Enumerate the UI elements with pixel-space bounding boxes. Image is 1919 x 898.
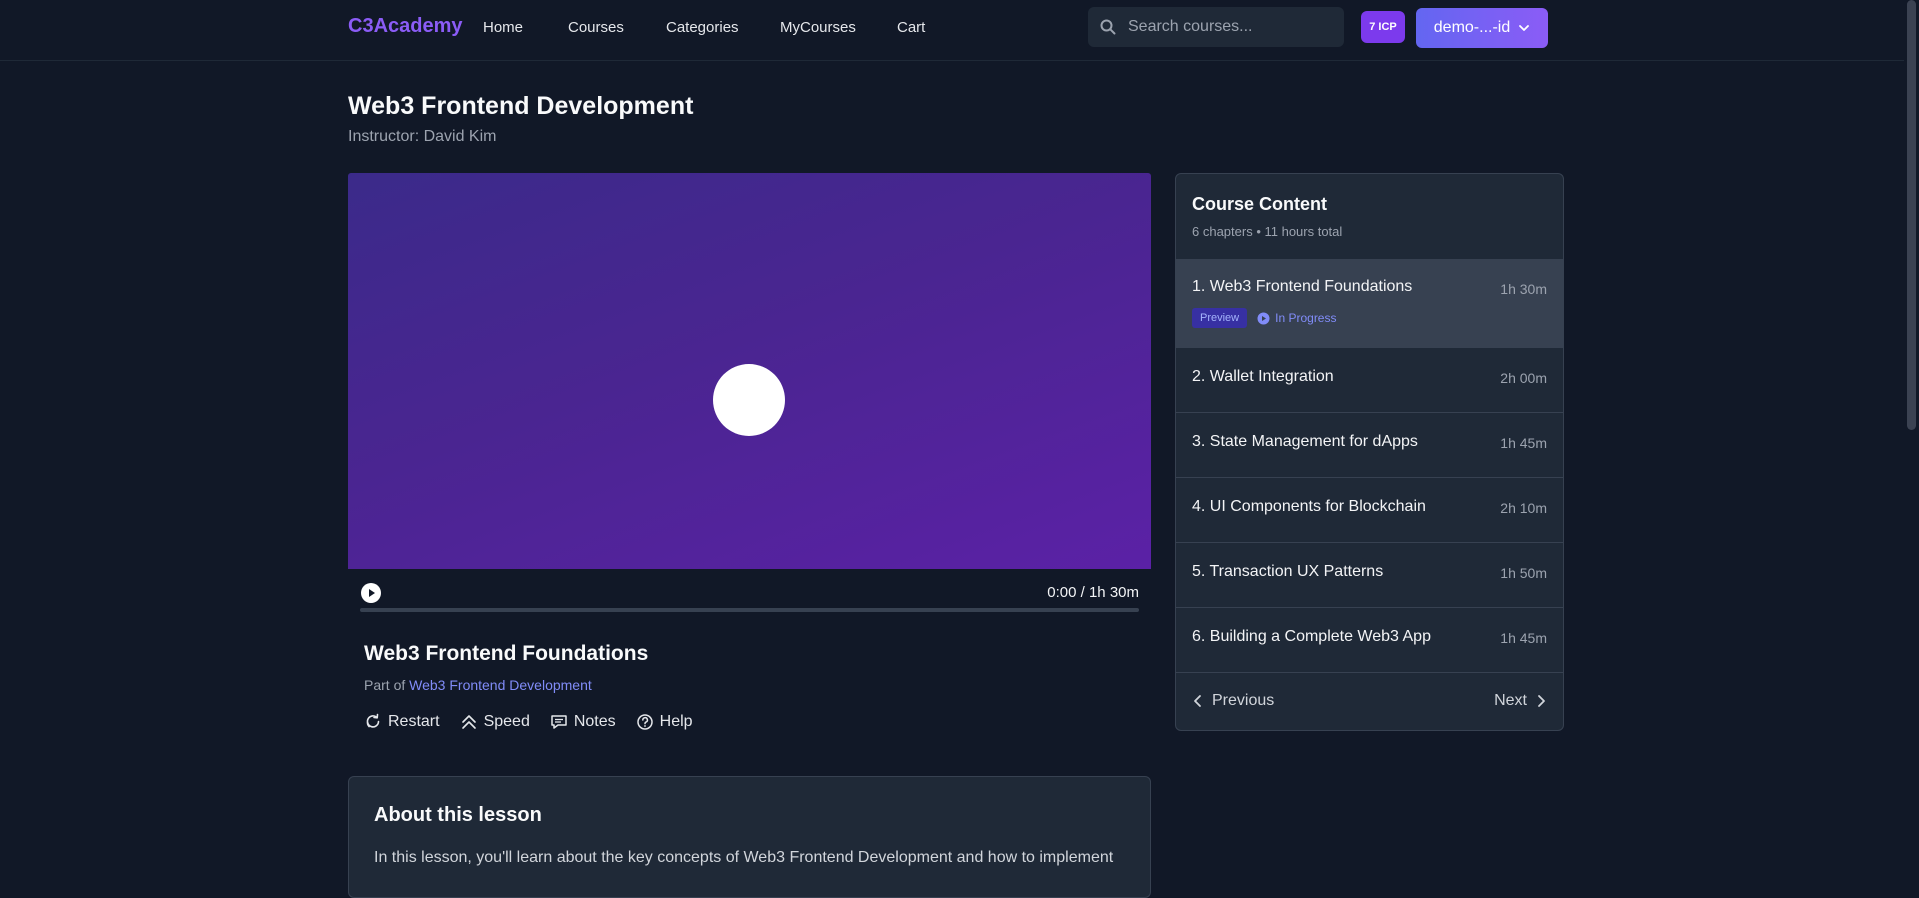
- part-of-prefix: Part of: [364, 677, 406, 693]
- play-icon: [369, 589, 375, 597]
- preview-badge: Preview: [1192, 308, 1248, 328]
- icp-balance-badge: 7 ICP: [1361, 11, 1405, 43]
- video-time: 0:00 / 1h 30m: [1047, 584, 1139, 601]
- play-button[interactable]: [361, 583, 381, 603]
- nav-link-cart[interactable]: Cart: [897, 19, 925, 36]
- chapter-item-4[interactable]: 4. UI Components for Blockchain 2h 10m: [1176, 478, 1563, 543]
- chapter-item-1[interactable]: 1. Web3 Frontend Foundations 1h 30m Prev…: [1176, 259, 1563, 348]
- about-lesson-card: About this lesson In this lesson, you'll…: [348, 776, 1151, 898]
- top-navbar: C3Academy Home Courses Categories MyCour…: [0, 0, 1904, 61]
- previous-label: Previous: [1212, 692, 1275, 709]
- chapter-item-5[interactable]: 5. Transaction UX Patterns 1h 50m: [1176, 543, 1563, 608]
- next-label: Next: [1494, 692, 1527, 709]
- lesson-title: Web3 Frontend Foundations: [364, 642, 649, 665]
- chapter-badges: Preview In Progress: [1192, 308, 1336, 328]
- notes-label: Notes: [573, 713, 616, 730]
- chapter-duration: 1h 45m: [1500, 630, 1547, 646]
- play-overlay-button[interactable]: [713, 364, 785, 436]
- chapter-duration: 1h 30m: [1500, 281, 1547, 297]
- chapter-item-6[interactable]: 6. Building a Complete Web3 App 1h 45m: [1176, 608, 1563, 673]
- chat-icon: [551, 715, 567, 729]
- logo[interactable]: C3Academy: [348, 15, 463, 38]
- about-heading: About this lesson: [374, 804, 542, 826]
- page-scrollbar[interactable]: [1904, 0, 1919, 864]
- chapter-list: 1. Web3 Frontend Foundations 1h 30m Prev…: [1176, 259, 1563, 673]
- user-menu-button[interactable]: demo-...-id: [1416, 8, 1548, 48]
- help-icon: [636, 714, 653, 730]
- in-progress-status: In Progress: [1257, 311, 1336, 325]
- course-link[interactable]: Web3 Frontend Development: [409, 677, 592, 693]
- search-icon: [1100, 19, 1116, 35]
- video-controls: 0:00 / 1h 30m: [348, 569, 1151, 614]
- chapter-item-3[interactable]: 3. State Management for dApps 1h 45m: [1176, 413, 1563, 478]
- restart-icon: [366, 713, 380, 728]
- chapter-title: 1. Web3 Frontend Foundations: [1192, 278, 1413, 295]
- chevron-down-icon: [1519, 25, 1530, 31]
- chapter-duration: 1h 50m: [1500, 565, 1547, 581]
- lesson-actions: Restart Speed Notes Help: [364, 713, 693, 731]
- in-progress-label: In Progress: [1275, 311, 1337, 325]
- video-player[interactable]: [348, 173, 1151, 569]
- nav-link-categories[interactable]: Categories: [666, 19, 739, 36]
- course-content-summary: 6 chapters • 11 hours total: [1192, 224, 1343, 239]
- help-button[interactable]: Help: [636, 713, 693, 731]
- chapter-title: 4. UI Components for Blockchain: [1192, 498, 1426, 515]
- scrollbar-thumb[interactable]: [1907, 0, 1916, 430]
- restart-button[interactable]: Restart: [364, 713, 440, 731]
- chevron-left-icon: [1194, 695, 1201, 707]
- about-text: In this lesson, you'll learn about the k…: [374, 849, 1114, 866]
- chapter-title: 3. State Management for dApps: [1192, 433, 1418, 450]
- chapter-item-2[interactable]: 2. Wallet Integration 2h 00m: [1176, 348, 1563, 413]
- previous-button[interactable]: Previous: [1192, 692, 1274, 710]
- page-title: Web3 Frontend Development: [348, 92, 694, 120]
- chapter-duration: 2h 10m: [1500, 500, 1547, 516]
- notes-button[interactable]: Notes: [550, 713, 616, 731]
- speed-button[interactable]: Speed: [460, 713, 530, 731]
- nav-link-home[interactable]: Home: [483, 19, 523, 36]
- user-menu-label: demo-...-id: [1433, 19, 1511, 36]
- chapter-navigation: Previous Next: [1176, 672, 1563, 730]
- video-progress-bar[interactable]: [360, 608, 1139, 612]
- part-of-text: Part of Web3 Frontend Development: [364, 677, 592, 693]
- speed-label: Speed: [483, 713, 530, 730]
- next-button[interactable]: Next: [1494, 692, 1547, 710]
- chapter-title: 5. Transaction UX Patterns: [1192, 563, 1384, 580]
- help-label: Help: [659, 713, 693, 730]
- chapter-duration: 1h 45m: [1500, 435, 1547, 451]
- course-content-title: Course Content: [1192, 194, 1327, 214]
- restart-label: Restart: [388, 713, 440, 730]
- instructor-name: Instructor: David Kim: [348, 128, 497, 145]
- nav-link-mycourses[interactable]: MyCourses: [780, 19, 856, 36]
- chevron-right-icon: [1538, 695, 1545, 707]
- double-chevron-up-icon: [461, 715, 476, 729]
- search-input[interactable]: [1126, 17, 1330, 37]
- course-content-panel: Course Content 6 chapters • 11 hours tot…: [1175, 173, 1564, 731]
- search-box[interactable]: [1088, 7, 1344, 47]
- nav-link-courses[interactable]: Courses: [568, 19, 624, 36]
- chapter-title: 6. Building a Complete Web3 App: [1192, 628, 1431, 645]
- chapter-duration: 2h 00m: [1500, 370, 1547, 386]
- chapter-title: 2. Wallet Integration: [1192, 368, 1334, 385]
- play-circle-icon: [1257, 312, 1270, 324]
